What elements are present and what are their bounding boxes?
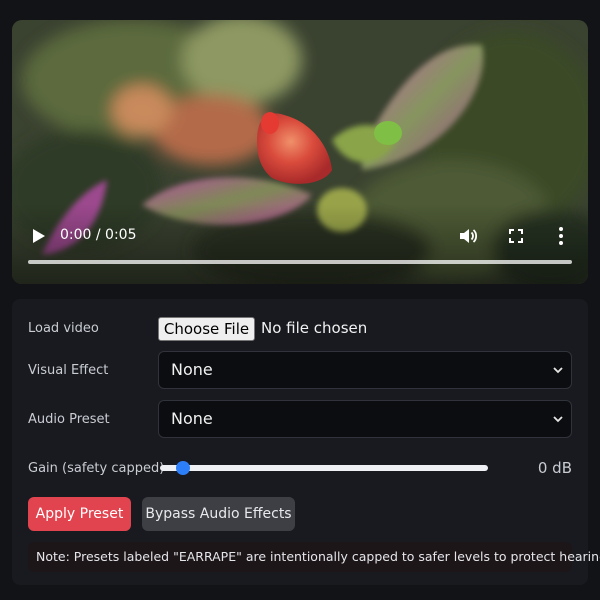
gain-label: Gain (safety capped) xyxy=(28,461,165,476)
file-status-text: No file chosen xyxy=(261,319,368,337)
chevron-down-icon xyxy=(553,367,563,374)
gain-slider-thumb[interactable] xyxy=(176,461,190,475)
video-time-display: 0:00 / 0:05 xyxy=(60,227,137,243)
audio-preset-select[interactable]: None xyxy=(158,400,572,438)
audio-preset-label: Audio Preset xyxy=(28,412,110,427)
safety-note: Note: Presets labeled "EARRAPE" are inte… xyxy=(28,542,600,572)
visual-effect-selected: None xyxy=(171,360,213,379)
visual-effect-select[interactable]: None xyxy=(158,351,572,389)
bypass-audio-effects-button[interactable]: Bypass Audio Effects xyxy=(142,497,295,531)
apply-preset-button[interactable]: Apply Preset xyxy=(28,497,131,531)
gain-value: 0 dB xyxy=(537,459,572,477)
gain-slider-track xyxy=(160,465,488,471)
audio-preset-selected: None xyxy=(171,409,213,428)
chevron-down-icon xyxy=(553,416,563,423)
controls-panel: Load video Choose File No file chosen Vi… xyxy=(12,299,600,585)
video-progress-bar[interactable] xyxy=(28,260,572,264)
visual-effect-label: Visual Effect xyxy=(28,363,109,378)
video-player[interactable]: 0:00 / 0:05 xyxy=(12,20,588,284)
gain-slider[interactable] xyxy=(160,460,488,476)
load-video-label: Load video xyxy=(28,321,99,336)
fullscreen-icon[interactable] xyxy=(508,228,524,244)
video-controls-bar xyxy=(12,204,588,284)
more-vertical-icon[interactable] xyxy=(558,226,564,246)
volume-icon[interactable] xyxy=(458,226,478,246)
choose-file-button[interactable]: Choose File xyxy=(158,317,255,341)
play-icon[interactable] xyxy=(32,228,46,244)
